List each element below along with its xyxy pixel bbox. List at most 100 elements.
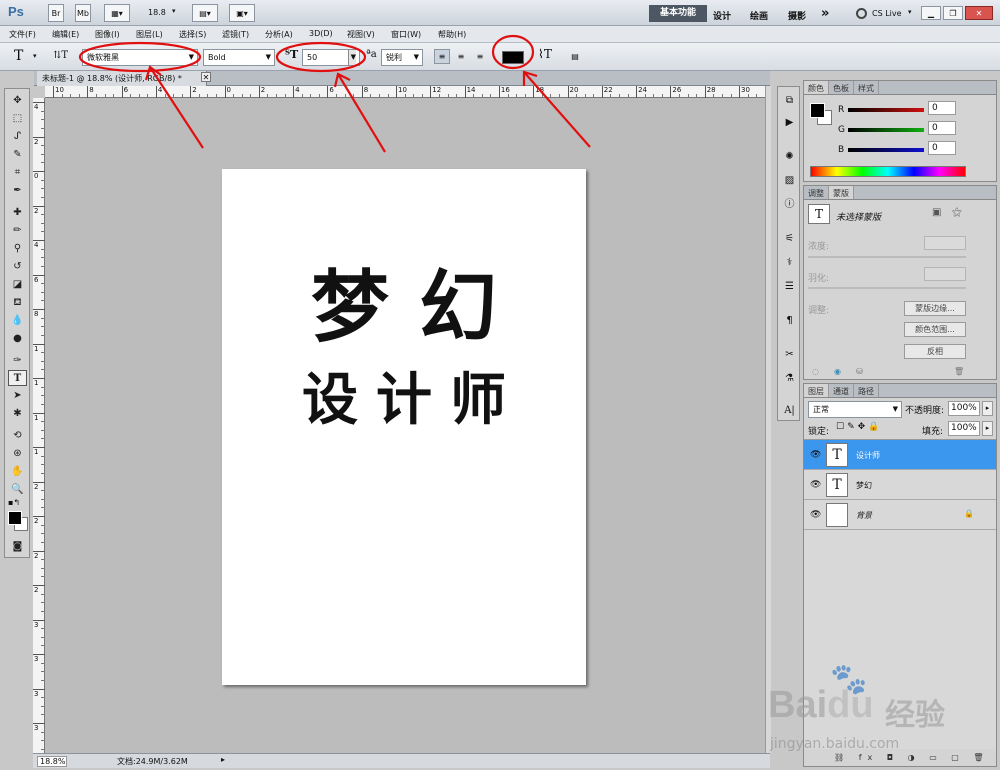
info-panel-icon[interactable]: ⓘ (781, 197, 798, 213)
layer-row[interactable]: 👁 T 设计师 (804, 440, 996, 470)
fill-input[interactable]: 100% (948, 421, 980, 436)
eyedropper-tool-icon[interactable]: ✒ (8, 183, 27, 199)
align-center-icon[interactable]: ≡ (453, 49, 469, 64)
tab-swatches[interactable]: 色板 (829, 81, 854, 94)
quick-mask-icon[interactable]: ◙ (8, 539, 27, 555)
menu-view[interactable]: 视图(V) (347, 29, 375, 40)
histogram-panel-icon[interactable]: ▨ (781, 173, 798, 189)
marquee-tool-icon[interactable]: ⬚ (8, 111, 27, 127)
cslive-dropdown-icon[interactable]: ▾ (908, 8, 912, 16)
tab-adjustments[interactable]: 调整 (804, 186, 829, 199)
eye-icon[interactable]: 👁 (810, 450, 821, 460)
paint-bucket-icon[interactable]: ⛾ (8, 295, 27, 311)
eraser-tool-icon[interactable]: ◪ (8, 277, 27, 293)
vector-mask-icon[interactable]: ⚝ (952, 207, 962, 218)
density-input[interactable] (924, 236, 966, 250)
workspace-essentials-button[interactable]: 基本功能 (649, 5, 707, 22)
minimize-icon[interactable]: ▁ (921, 6, 941, 20)
menu-help[interactable]: 帮助(H) (438, 29, 466, 40)
channel-b-slider[interactable] (848, 148, 924, 152)
navigator-panel-icon[interactable]: ✺ (781, 149, 798, 165)
mask-edge-button[interactable]: 蒙版边缘... (904, 301, 966, 316)
history-panel-icon[interactable]: ⧉ (781, 93, 798, 109)
foreground-color-swatch[interactable] (8, 511, 22, 525)
document-canvas[interactable]: 梦幻 设计师 (222, 169, 586, 685)
font-family-select[interactable]: 微软雅黑 ▼ (82, 49, 198, 66)
3d-panel-icon[interactable]: ✂ (781, 347, 798, 363)
density-slider[interactable] (808, 256, 966, 258)
menu-filter[interactable]: 滤镜(T) (222, 29, 249, 40)
channel-g-input[interactable]: 0 (928, 121, 956, 135)
tab-close-icon[interactable]: ✕ (201, 72, 211, 82)
menu-analysis[interactable]: 分析(A) (265, 29, 293, 40)
canvas-vertical-scrollbar[interactable] (765, 86, 771, 753)
view-extras-icon[interactable]: ▦▾ (104, 4, 130, 22)
close-icon[interactable]: ✕ (965, 6, 993, 20)
hand-tool-icon[interactable]: ✋ (8, 464, 27, 480)
move-tool-icon[interactable]: ✥ (8, 93, 27, 109)
lock-icons[interactable]: ☐✎✥🔒 (836, 422, 882, 432)
color-spectrum-bar[interactable] (810, 166, 966, 177)
screen-mode-icon[interactable]: ▣▾ (229, 4, 255, 22)
character-panel-strip-icon[interactable]: A| (781, 403, 798, 419)
menu-image[interactable]: 图像(I) (95, 29, 120, 40)
paragraph-panel-icon[interactable]: ¶ (781, 313, 798, 329)
workspace-design[interactable]: 设计 (713, 9, 731, 22)
menu-layer[interactable]: 图层(L) (136, 29, 163, 40)
text-orientation-icon[interactable]: ⇅T (53, 50, 68, 61)
clone-source-icon[interactable]: ⚕ (781, 255, 798, 271)
tool-presets-icon[interactable]: ☰ (781, 279, 798, 295)
mini-bridge-icon[interactable]: Mb (75, 4, 91, 22)
channel-r-input[interactable]: 0 (928, 101, 956, 115)
status-menu-icon[interactable]: ▸ (221, 755, 225, 764)
cslive-label[interactable]: CS Live (872, 9, 902, 18)
channel-b-input[interactable]: 0 (928, 141, 956, 155)
workspace-photography[interactable]: 摄影 (788, 9, 806, 22)
delete-mask-icon[interactable]: 🗑 (954, 367, 964, 376)
tab-styles[interactable]: 样式 (854, 81, 879, 94)
workspace-painting[interactable]: 绘画 (750, 9, 768, 22)
eye-icon[interactable]: 👁 (810, 510, 821, 520)
brush-tool-icon[interactable]: ✏ (8, 223, 27, 239)
pen-tool-icon[interactable]: ✑ (8, 353, 27, 369)
feather-input[interactable] (924, 267, 966, 281)
menu-3d[interactable]: 3D(D) (309, 29, 333, 38)
blend-mode-select[interactable]: 正常 ▼ (808, 401, 902, 418)
eye-icon[interactable]: 👁 (810, 480, 821, 490)
font-size-input[interactable]: 50 ▼ (302, 49, 360, 66)
tab-channels[interactable]: 通道 (829, 384, 854, 397)
path-select-icon[interactable]: ➤ (8, 388, 27, 404)
document-tab[interactable]: 未标题-1 @ 18.8% (设计师, RGB/8) * ✕ (37, 71, 211, 86)
dodge-tool-icon[interactable]: ● (8, 331, 27, 347)
tab-masks[interactable]: 蒙版 (829, 186, 854, 199)
warp-text-icon[interactable]: ⌇T (538, 47, 552, 61)
history-brush-icon[interactable]: ↺ (8, 259, 27, 275)
align-right-icon[interactable]: ≡ (472, 49, 488, 64)
more-workspaces-icon[interactable]: » (821, 6, 829, 21)
animation-panel-icon[interactable]: ⚗ (781, 371, 798, 387)
menu-select[interactable]: 选择(S) (179, 29, 206, 40)
feather-slider[interactable] (808, 287, 966, 289)
apply-mask-icon[interactable]: ⛁ (856, 367, 863, 376)
menu-file[interactable]: 文件(F) (9, 29, 36, 40)
layer-row[interactable]: 👁 T 梦幻 (804, 470, 996, 500)
shape-tool-icon[interactable]: ✱ (8, 406, 27, 422)
opacity-input[interactable]: 100% (948, 401, 980, 416)
lasso-tool-icon[interactable]: ᔑ (8, 129, 27, 145)
zoom-tool-icon[interactable]: 🔍 (8, 482, 27, 498)
zoom-dropdown-icon[interactable]: ▾ (172, 7, 176, 15)
antialias-select[interactable]: 锐利 ▼ (381, 49, 423, 66)
quick-select-tool-icon[interactable]: ✎ (8, 147, 27, 163)
actions-panel-icon[interactable]: ▶ (781, 115, 798, 131)
text-layer-menghuan[interactable]: 梦幻 (222, 263, 586, 353)
color-range-button[interactable]: 颜色范围... (904, 322, 966, 337)
3d-orbit-icon[interactable]: ⊛ (8, 446, 27, 462)
restore-icon[interactable]: ❐ (943, 6, 963, 20)
channel-g-slider[interactable] (848, 128, 924, 132)
character-panel-icon[interactable]: ▤ (567, 49, 583, 64)
preset-dropdown-icon[interactable]: ▾ (33, 52, 37, 60)
layer-row[interactable]: 👁 背景 🔒 (804, 500, 996, 530)
channel-r-slider[interactable] (848, 108, 924, 112)
blur-tool-icon[interactable]: 💧 (8, 313, 27, 329)
default-colors-icon[interactable]: ▪↰ (8, 498, 20, 507)
